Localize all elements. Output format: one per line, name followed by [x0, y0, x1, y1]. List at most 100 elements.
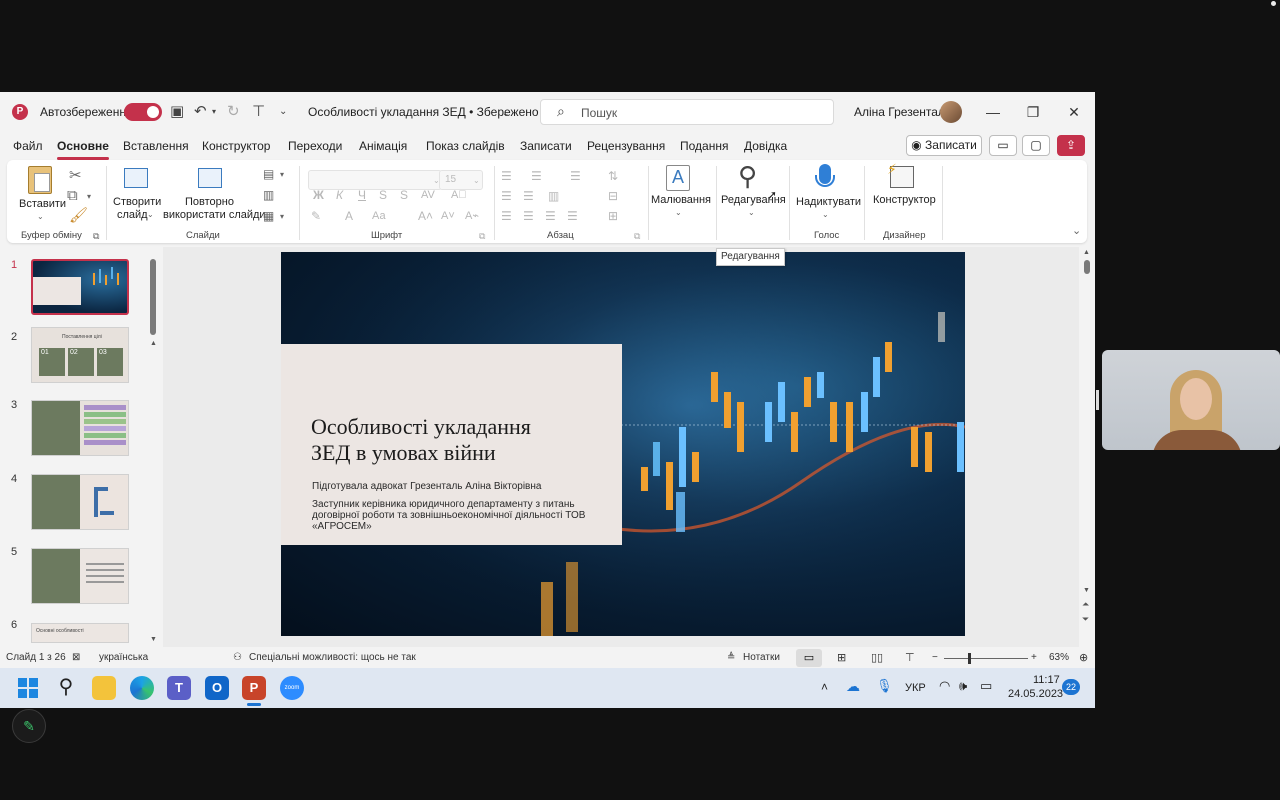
- dialog-launcher-icon[interactable]: ⧉: [634, 228, 640, 244]
- chevron-down-icon[interactable]: ▾: [280, 212, 284, 221]
- notes-button[interactable]: Нотатки: [743, 652, 780, 663]
- clear-format-icon[interactable]: A⃝: [451, 187, 467, 203]
- autosave-toggle[interactable]: [124, 103, 162, 121]
- thumbnail-slide-4[interactable]: [31, 474, 129, 530]
- notification-badge[interactable]: 22: [1062, 679, 1080, 695]
- prev-slide-icon[interactable]: ⏶: [1082, 599, 1089, 610]
- reading-view-icon[interactable]: ▯▯: [871, 651, 883, 664]
- chevron-down-icon[interactable]: ⌄: [502, 103, 510, 123]
- zoom-slider[interactable]: [944, 653, 1028, 664]
- new-slide-label-2[interactable]: слайд: [117, 209, 148, 222]
- copy-icon[interactable]: ⧉: [67, 188, 78, 204]
- tab-help[interactable]: Довідка: [744, 139, 787, 153]
- slide-position-1[interactable]: Заступник керівника юридичного департаме…: [312, 499, 575, 510]
- designer-icon[interactable]: ⚡: [887, 161, 914, 188]
- search-icon[interactable]: ⚲: [54, 676, 78, 700]
- line-spacing-icon[interactable]: ☰: [570, 168, 581, 184]
- grow-font-icon[interactable]: A˄: [418, 208, 433, 224]
- chevron-down-icon[interactable]: ⌄: [37, 212, 44, 221]
- drawing-label[interactable]: Малювання: [651, 194, 711, 207]
- file-explorer-icon[interactable]: [92, 676, 116, 700]
- font-color-icon[interactable]: A: [345, 208, 353, 224]
- fit-slide-icon[interactable]: ⊕: [1079, 651, 1088, 664]
- zoom-slider-thumb[interactable]: [968, 653, 971, 664]
- chevron-down-icon[interactable]: ▾: [87, 192, 91, 201]
- mic-tray-icon[interactable]: 🎙: [876, 678, 893, 694]
- present-button[interactable]: ▭: [989, 135, 1017, 156]
- slide-canvas[interactable]: Особливості укладання ЗЕД в умовах війни…: [281, 252, 965, 636]
- tray-chevron-icon[interactable]: ˄: [821, 680, 828, 694]
- tab-home[interactable]: Основне: [57, 139, 109, 160]
- zoom-level[interactable]: 63%: [1049, 652, 1069, 663]
- clock-date[interactable]: 24.05.2023: [1008, 688, 1063, 700]
- bold-icon[interactable]: Ж: [313, 187, 324, 203]
- bullets-icon[interactable]: ☰: [501, 168, 512, 184]
- format-painter-icon[interactable]: 🖌: [69, 208, 88, 224]
- collapse-ribbon-icon[interactable]: ⌄: [1072, 224, 1081, 237]
- cut-icon[interactable]: ✂: [69, 168, 82, 184]
- slide-title[interactable]: Особливості укладання ЗЕД в умовах війни: [311, 414, 611, 466]
- slide-sorter-icon[interactable]: ⊞: [837, 651, 846, 664]
- paste-icon[interactable]: [28, 166, 52, 194]
- chevron-down-icon[interactable]: ⌄: [147, 210, 154, 219]
- zoom-out-icon[interactable]: −: [932, 652, 938, 663]
- dictate-label[interactable]: Надиктувати: [796, 196, 861, 209]
- editor-scroll-up-icon[interactable]: ▲: [1083, 249, 1090, 256]
- thumbs-scroll-down-icon[interactable]: ▼: [150, 636, 157, 643]
- chevron-down-icon[interactable]: ⌄: [822, 210, 829, 219]
- layout-icon[interactable]: ▤: [263, 166, 274, 182]
- align-center-icon[interactable]: ☰: [523, 208, 534, 224]
- accessibility-icon[interactable]: ⚇: [233, 652, 242, 663]
- case-icon[interactable]: Аа: [372, 208, 386, 224]
- spellcheck-icon[interactable]: ⊠: [72, 652, 80, 663]
- undo-icon[interactable]: ↶: [194, 102, 207, 122]
- slide-position-3[interactable]: «АГРОСЕМ»: [312, 521, 372, 532]
- decrease-indent-icon[interactable]: ☰: [501, 188, 512, 204]
- new-slide-icon[interactable]: [124, 168, 148, 188]
- justify-icon[interactable]: ☰: [567, 208, 578, 224]
- chevron-down-icon[interactable]: ▾: [212, 102, 216, 122]
- thumbnail-slide-5[interactable]: [31, 548, 129, 604]
- dialog-launcher-icon[interactable]: ⧉: [93, 228, 99, 244]
- highlight-icon[interactable]: ✎: [311, 208, 321, 224]
- avatar[interactable]: [940, 101, 962, 123]
- chevron-down-icon[interactable]: ⌄: [675, 208, 682, 217]
- tab-review[interactable]: Рецензування: [587, 139, 665, 153]
- teams-icon[interactable]: T: [167, 676, 191, 700]
- chevron-down-icon[interactable]: ⌄: [748, 208, 755, 217]
- zoom-in-icon[interactable]: +: [1031, 652, 1037, 663]
- slideshow-icon[interactable]: ⊤: [905, 651, 915, 664]
- align-left-icon[interactable]: ☰: [501, 208, 512, 224]
- tab-animations[interactable]: Анімація: [359, 139, 407, 153]
- reset-icon[interactable]: ▥: [263, 187, 274, 203]
- save-icon[interactable]: ▣: [170, 102, 184, 122]
- reuse-slides-label-2[interactable]: використати слайди: [163, 209, 266, 222]
- align-text-icon[interactable]: ⊟: [608, 188, 618, 204]
- designer-label[interactable]: Конструктор: [873, 194, 936, 207]
- onedrive-icon[interactable]: ☁: [846, 678, 860, 695]
- notes-icon[interactable]: ≜: [727, 652, 735, 663]
- outlook-icon[interactable]: O: [205, 676, 229, 700]
- user-name[interactable]: Аліна Грезенталь: [854, 105, 951, 119]
- numbering-icon[interactable]: ☰: [531, 168, 542, 184]
- thumbs-scrollbar[interactable]: [150, 259, 156, 335]
- tab-record[interactable]: Записати: [520, 139, 572, 153]
- align-right-icon[interactable]: ☰: [545, 208, 556, 224]
- redo-icon[interactable]: ↻: [227, 102, 240, 122]
- share-button[interactable]: ⇪: [1057, 135, 1085, 156]
- resize-handle[interactable]: [1096, 390, 1099, 410]
- slide-position-2[interactable]: договірної роботи та зовнішньоекономічно…: [312, 510, 585, 521]
- chevron-down-icon[interactable]: ▾: [280, 170, 284, 179]
- present-icon[interactable]: ⊤: [252, 102, 265, 122]
- volume-icon[interactable]: 🕪: [959, 678, 967, 694]
- smartart-icon[interactable]: ⊞: [608, 208, 618, 224]
- close-icon[interactable]: ✕: [1056, 100, 1092, 124]
- text-direction-icon[interactable]: ⇅: [608, 168, 618, 184]
- language-label[interactable]: українська: [99, 652, 148, 663]
- annotate-pen-icon[interactable]: ✎: [12, 709, 46, 743]
- editor-scroll-down-icon[interactable]: ▼: [1083, 587, 1090, 594]
- tab-design[interactable]: Конструктор: [202, 139, 270, 153]
- edge-icon[interactable]: [130, 676, 154, 700]
- thumbnail-slide-6[interactable]: Основні особливості: [31, 623, 129, 643]
- tab-insert[interactable]: Вставлення: [123, 139, 189, 153]
